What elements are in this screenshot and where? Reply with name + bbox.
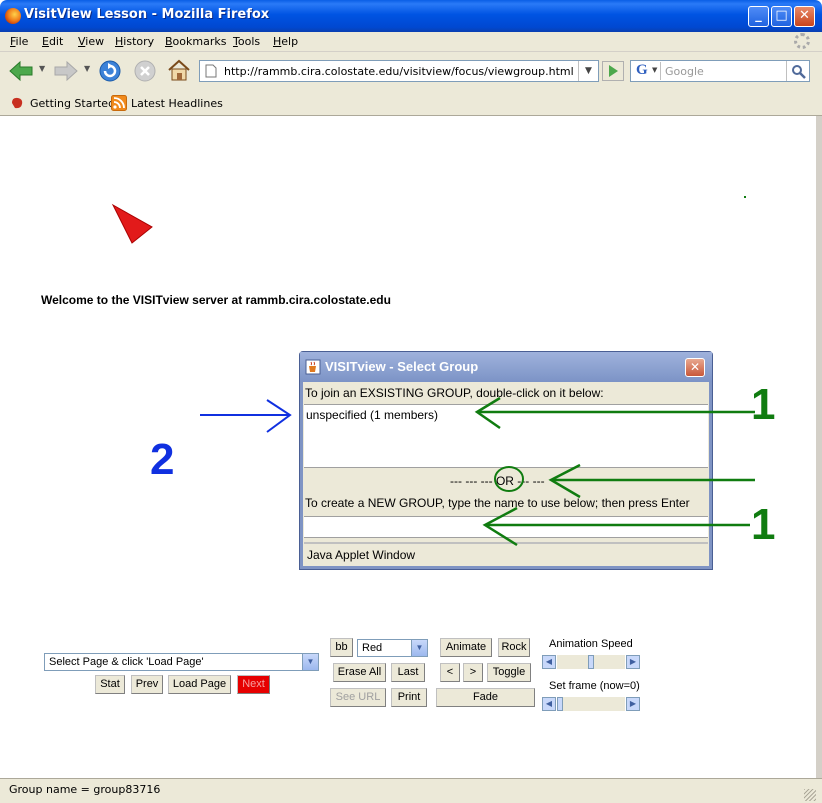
animation-speed-slider[interactable]: ◀ ▶ <box>542 655 640 671</box>
rss-feed-icon <box>111 95 127 111</box>
firefox-icon <box>5 8 21 24</box>
slider-right-icon[interactable]: ▶ <box>626 655 640 669</box>
prev-button[interactable]: Prev <box>131 675 163 694</box>
java-cup-icon <box>305 359 321 375</box>
url-bar[interactable]: http://rammb.cira.colostate.edu/visitvie… <box>199 60 599 82</box>
window-titlebar[interactable]: VisitView Lesson - Mozilla Firefox _ □ ✕ <box>0 0 822 32</box>
bookmark-latest-headlines[interactable]: Latest Headlines <box>131 97 223 110</box>
next-button[interactable]: Next <box>237 675 270 694</box>
resize-grip-icon[interactable] <box>804 789 816 801</box>
page-select-value: Select Page & click 'Load Page' <box>49 656 204 668</box>
see-url-button[interactable]: See URL <box>330 688 386 707</box>
print-button[interactable]: Print <box>391 688 427 707</box>
erase-all-button[interactable]: Erase All <box>333 663 386 682</box>
url-text[interactable]: http://rammb.cira.colostate.edu/visitvie… <box>224 65 574 78</box>
search-engine-selector[interactable]: G ▼ <box>633 62 661 80</box>
back-icon[interactable] <box>8 60 34 82</box>
color-select-value: Red <box>362 642 383 654</box>
search-input[interactable]: Google <box>665 65 704 78</box>
annotation-label-2: 2 <box>150 435 175 484</box>
go-icon[interactable] <box>602 61 624 81</box>
green-dot <box>744 196 746 198</box>
slider-thumb[interactable] <box>588 655 594 669</box>
google-icon: G <box>636 62 648 78</box>
search-button[interactable] <box>786 61 809 81</box>
slider-track[interactable] <box>557 697 625 711</box>
close-button[interactable]: ✕ <box>794 6 815 27</box>
slider-left-icon[interactable]: ◀ <box>542 655 556 669</box>
menu-edit[interactable]: Edit <box>42 35 63 48</box>
or-circle <box>494 466 524 492</box>
menu-view[interactable]: View <box>78 35 104 48</box>
annotation-layer <box>200 396 755 547</box>
fade-button[interactable]: Fade <box>436 688 535 707</box>
menubar: File Edit View History Bookmarks Tools H… <box>0 32 822 52</box>
applet-note-text: Java Applet Window <box>307 548 416 562</box>
slider-thumb[interactable] <box>557 697 563 711</box>
chevron-down-icon: ▼ <box>302 654 318 670</box>
animation-speed-label: Animation Speed <box>549 638 633 650</box>
status-text: Group name = group83716 <box>9 783 161 796</box>
magnifier-icon <box>792 65 806 79</box>
annotation-label-1-top: 1 <box>751 380 776 429</box>
menu-bookmarks[interactable]: Bookmarks <box>165 35 226 48</box>
bookmark-getting-started[interactable]: Getting Started <box>30 97 115 110</box>
getting-started-icon <box>12 97 23 109</box>
menu-file[interactable]: File <box>10 35 28 48</box>
step-forward-button[interactable]: > <box>463 663 483 682</box>
last-button[interactable]: Last <box>391 663 425 682</box>
color-select[interactable]: Red ▼ <box>357 639 428 657</box>
search-engine-dropdown-icon: ▼ <box>652 66 658 74</box>
back-dropdown-icon[interactable]: ▼ <box>39 64 45 73</box>
maximize-button[interactable]: □ <box>771 6 792 27</box>
forward-dropdown-icon[interactable]: ▼ <box>84 64 90 73</box>
load-page-button[interactable]: Load Page <box>168 675 231 694</box>
slider-right-icon[interactable]: ▶ <box>626 697 640 711</box>
dialog-close-button[interactable]: ✕ <box>685 358 705 377</box>
page-icon <box>205 64 217 78</box>
content-edge <box>816 116 822 778</box>
menu-tools[interactable]: Tools <box>233 35 260 48</box>
red-pointer-icon <box>111 203 153 244</box>
status-bar: Group name = group83716 <box>0 778 822 803</box>
toggle-button[interactable]: Toggle <box>487 663 531 682</box>
throbber-icon <box>794 33 810 49</box>
menu-help[interactable]: Help <box>273 35 298 48</box>
page-select[interactable]: Select Page & click 'Load Page' ▼ <box>44 653 319 671</box>
window-title: VisitView Lesson - Mozilla Firefox <box>24 7 270 22</box>
rock-button[interactable]: Rock <box>498 638 530 657</box>
chevron-down-icon: ▼ <box>411 640 427 656</box>
set-frame-label: Set frame (now=0) <box>549 680 640 692</box>
step-back-button[interactable]: < <box>440 663 460 682</box>
bb-button[interactable]: bb <box>330 638 353 657</box>
welcome-text: Welcome to the VISITview server at rammb… <box>41 293 391 307</box>
home-icon[interactable] <box>166 58 192 82</box>
annotation-label-1-bottom: 1 <box>751 500 776 549</box>
minimize-button[interactable]: _ <box>748 6 769 27</box>
stop-icon[interactable] <box>133 59 157 83</box>
animate-button[interactable]: Animate <box>440 638 492 657</box>
stat-button[interactable]: Stat <box>95 675 125 694</box>
menu-history[interactable]: History <box>115 35 154 48</box>
set-frame-slider[interactable]: ◀ ▶ <box>542 697 640 713</box>
slider-left-icon[interactable]: ◀ <box>542 697 556 711</box>
dialog-titlebar[interactable]: VISITview - Select Group ✕ <box>300 352 712 382</box>
forward-icon[interactable] <box>53 60 79 82</box>
dialog-title: VISITview - Select Group <box>325 359 479 374</box>
reload-icon[interactable] <box>98 59 122 83</box>
url-history-dropdown-icon[interactable]: ▼ <box>578 61 598 81</box>
search-bar[interactable]: G ▼ Google <box>630 60 810 82</box>
